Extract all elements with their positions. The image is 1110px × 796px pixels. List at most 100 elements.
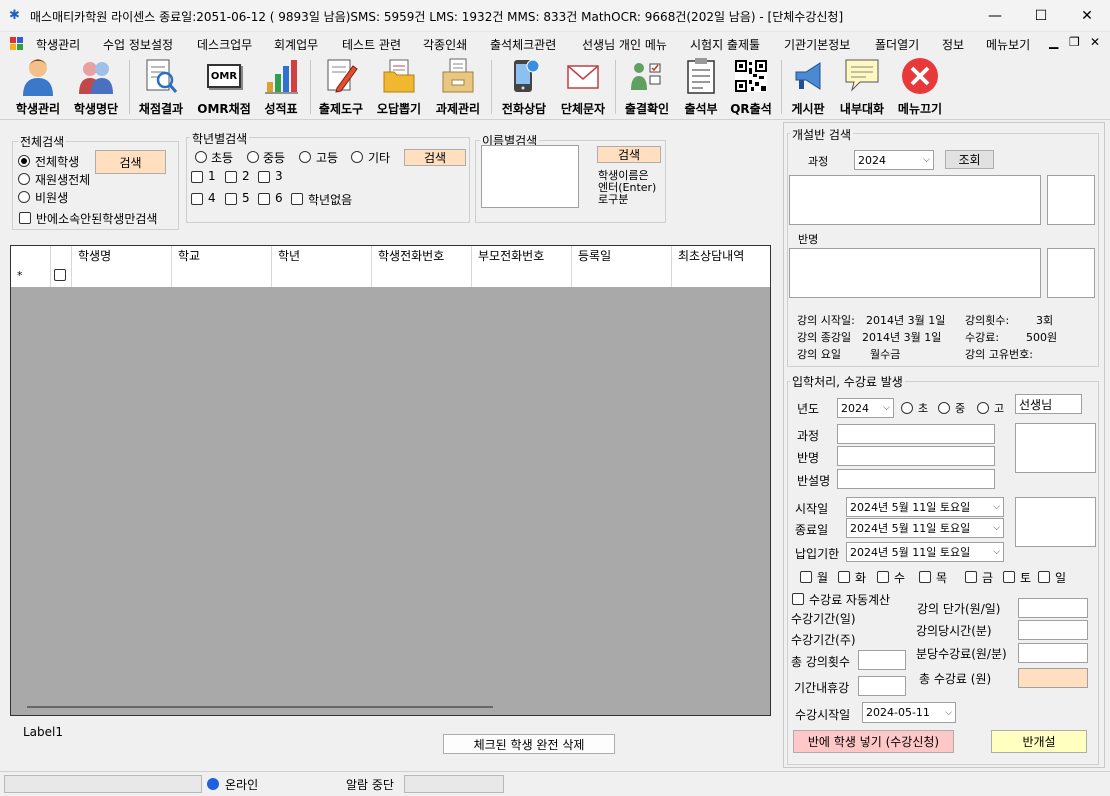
- grade-6-checkbox[interactable]: [258, 193, 270, 205]
- mdi-child-icon[interactable]: [10, 37, 24, 50]
- grade-5-checkbox[interactable]: [225, 193, 237, 205]
- teacher-field[interactable]: 선생님: [1015, 394, 1082, 414]
- grid-header-student-phone[interactable]: 학생전화번호: [372, 246, 472, 265]
- grid-cell[interactable]: [672, 265, 770, 287]
- class-name-side-box[interactable]: [1047, 248, 1095, 298]
- mdi-restore-button[interactable]: ❐: [1069, 35, 1080, 49]
- toolbar-homework-button[interactable]: 과제관리: [430, 56, 486, 118]
- menu-student[interactable]: 학생관리: [36, 36, 80, 53]
- enroll-class-field[interactable]: [837, 446, 995, 466]
- toolbar-report-card-button[interactable]: 성적표: [256, 56, 306, 118]
- total-fee-field[interactable]: [1018, 668, 1088, 688]
- delete-checked-button[interactable]: 체크된 학생 완전 삭제: [443, 734, 615, 754]
- radio-all-students[interactable]: [18, 155, 30, 167]
- toolbar-phone-consult-button[interactable]: 전화상담: [496, 56, 552, 118]
- enroll-side-box-bottom[interactable]: [1015, 497, 1096, 547]
- grid-cell[interactable]: [572, 265, 672, 287]
- unit-price-field[interactable]: [1018, 598, 1088, 618]
- grid-header-name[interactable]: 학생명: [72, 246, 172, 265]
- grade-2-checkbox[interactable]: [225, 171, 237, 183]
- toolbar-group-message-button[interactable]: 단체문자: [555, 56, 611, 118]
- hours-per-lesson-field[interactable]: [1018, 620, 1088, 640]
- toolbar-bulletin-button[interactable]: 게시판: [785, 56, 831, 118]
- toolbar-exam-tool-button[interactable]: 출제도구: [314, 56, 368, 118]
- menu-exam-tool[interactable]: 시험지 출제툴: [690, 36, 760, 53]
- weekday-fri-checkbox[interactable]: [965, 571, 977, 583]
- grade-3-checkbox[interactable]: [258, 171, 270, 183]
- student-grid[interactable]: 학생명 학교 학년 학생전화번호 부모전화번호 등록일 최초상담내역 *: [10, 245, 771, 716]
- menu-folder[interactable]: 폴더열기: [875, 36, 919, 53]
- menu-info[interactable]: 정보: [942, 36, 964, 53]
- maximize-button[interactable]: ☐: [1018, 0, 1064, 32]
- weekday-thu-checkbox[interactable]: [919, 571, 931, 583]
- menu-class-settings[interactable]: 수업 정보설정: [103, 36, 173, 53]
- toolbar-attendance-book-button[interactable]: 출석부: [678, 56, 724, 118]
- radio-enroll-middle[interactable]: [938, 402, 950, 414]
- grid-header-school[interactable]: 학교: [172, 246, 272, 265]
- grid-check-column-header[interactable]: [51, 246, 72, 265]
- total-lessons-field[interactable]: [858, 650, 906, 670]
- class-lookup-button[interactable]: 조회: [945, 150, 994, 169]
- unassigned-only-checkbox[interactable]: [19, 212, 31, 224]
- toolbar-student-manage-button[interactable]: 학생관리: [10, 56, 66, 118]
- grade-search-button[interactable]: 검색: [404, 149, 466, 166]
- grid-cell[interactable]: [472, 265, 572, 287]
- radio-elementary[interactable]: [195, 151, 207, 163]
- class-course-side-box[interactable]: [1047, 175, 1095, 225]
- toolbar-omr-grading-button[interactable]: OMR OMR채점: [194, 56, 254, 118]
- menu-institution[interactable]: 기관기본정보: [784, 36, 850, 53]
- toolbar-attendance-check-button[interactable]: 출결확인: [619, 56, 675, 118]
- toolbar-qr-attendance-button[interactable]: QR출석: [726, 56, 776, 118]
- radio-other[interactable]: [351, 151, 363, 163]
- enroll-year-select[interactable]: 2024 ⌵: [837, 398, 894, 418]
- toolbar-wrong-answers-button[interactable]: 오답뽑기: [372, 56, 426, 118]
- grid-row-checkbox[interactable]: [54, 269, 66, 281]
- toolbar-internal-chat-button[interactable]: 내부대화: [834, 56, 890, 118]
- menu-teacher[interactable]: 선생님 개인 메뉴: [582, 36, 667, 53]
- grid-horizontal-scrollbar[interactable]: [11, 699, 770, 715]
- no-grade-checkbox[interactable]: [291, 193, 303, 205]
- radio-high[interactable]: [299, 151, 311, 163]
- all-search-button[interactable]: 검색: [95, 150, 166, 174]
- grid-cell[interactable]: [272, 265, 372, 287]
- auto-calc-checkbox[interactable]: [792, 593, 804, 605]
- enroll-start-date-picker[interactable]: 2024-05-11 ⌵: [862, 702, 956, 723]
- grid-row-check-cell[interactable]: [51, 265, 72, 287]
- enroll-end-date[interactable]: 2024년 5월 11일 토요일 ⌵: [846, 518, 1004, 538]
- grid-scrollbar-thumb[interactable]: [27, 706, 493, 708]
- radio-middle[interactable]: [247, 151, 259, 163]
- class-course-select[interactable]: 2024 ⌵: [854, 150, 934, 170]
- toolbar-student-list-button[interactable]: 학생명단: [68, 56, 124, 118]
- radio-non-students[interactable]: [18, 191, 30, 203]
- enroll-course-field[interactable]: [837, 424, 995, 444]
- toolbar-menu-off-button[interactable]: 메뉴끄기: [894, 56, 946, 118]
- grid-header-parent-phone[interactable]: 부모전화번호: [472, 246, 572, 265]
- alarm-status-label[interactable]: 알람 중단: [346, 776, 394, 793]
- minimize-button[interactable]: —: [972, 0, 1018, 32]
- close-button[interactable]: ✕: [1064, 0, 1110, 32]
- weekday-sun-checkbox[interactable]: [1038, 571, 1050, 583]
- enroll-start-date[interactable]: 2024년 5월 11일 토요일 ⌵: [846, 497, 1004, 517]
- weekday-mon-checkbox[interactable]: [800, 571, 812, 583]
- weekday-tue-checkbox[interactable]: [838, 571, 850, 583]
- class-course-list[interactable]: [789, 175, 1041, 225]
- menu-desk[interactable]: 데스크업무: [197, 36, 252, 53]
- grid-header-grade[interactable]: 학년: [272, 246, 372, 265]
- menu-test[interactable]: 테스트 관련: [342, 36, 401, 53]
- menu-print[interactable]: 각종인쇄: [423, 36, 467, 53]
- weekday-wed-checkbox[interactable]: [877, 571, 889, 583]
- menu-view[interactable]: 메뉴보기: [986, 36, 1030, 53]
- menu-accounting[interactable]: 회계업무: [274, 36, 318, 53]
- open-class-button[interactable]: 반개설: [991, 730, 1087, 753]
- mdi-minimize-button[interactable]: ▁: [1049, 35, 1058, 49]
- radio-enroll-high[interactable]: [977, 402, 989, 414]
- grid-header-reg-date[interactable]: 등록일: [572, 246, 672, 265]
- radio-enroll-elementary[interactable]: [901, 402, 913, 414]
- name-search-button[interactable]: 검색: [597, 146, 661, 163]
- fee-per-minute-field[interactable]: [1018, 643, 1088, 663]
- toolbar-grading-result-button[interactable]: 채점결과: [134, 56, 188, 118]
- grid-header-first-consult[interactable]: 최초상담내역: [672, 246, 770, 265]
- grade-1-checkbox[interactable]: [191, 171, 203, 183]
- grid-cell[interactable]: [172, 265, 272, 287]
- grid-cell[interactable]: [372, 265, 472, 287]
